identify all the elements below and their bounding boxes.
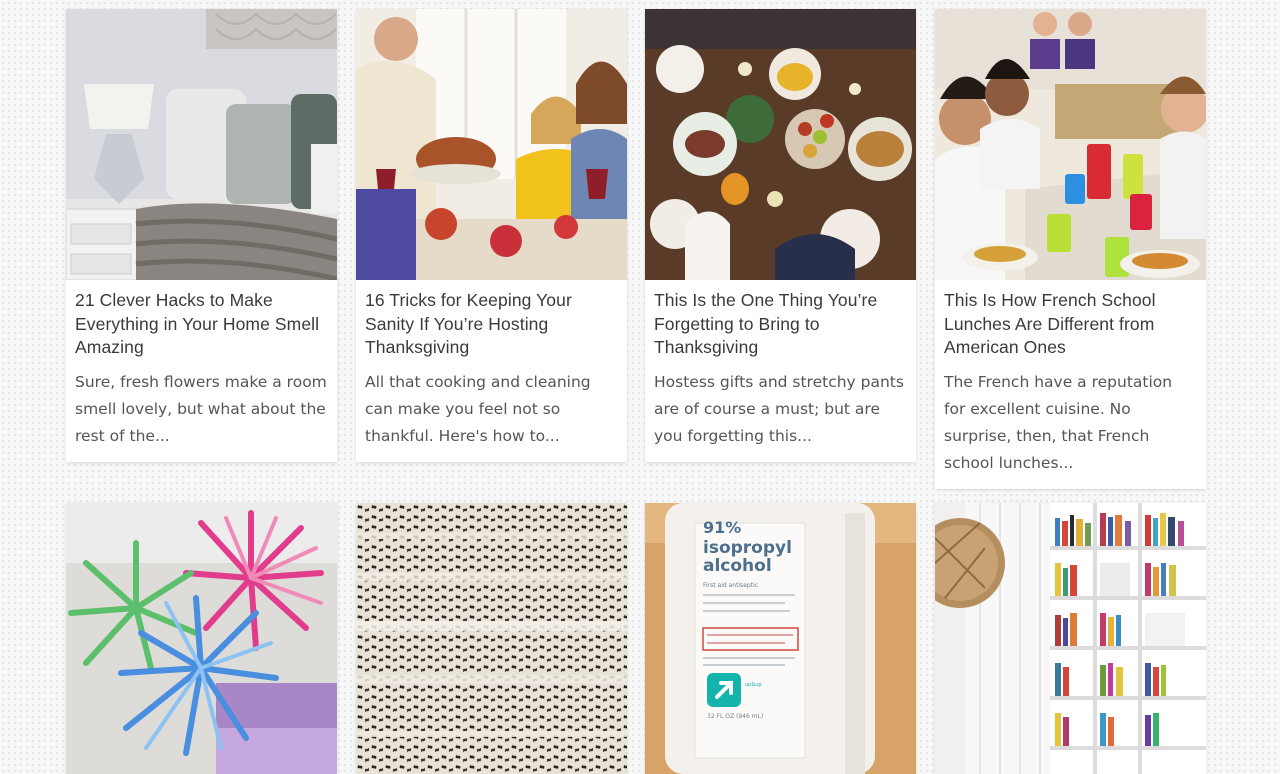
bookshelf-room-photo[interactable] [935,503,1206,774]
label-brand: up&up [745,682,762,688]
article-title[interactable]: 21 Clever Hacks to Make Everything in Yo… [75,289,328,360]
article-title[interactable]: This Is the One Thing You’re Forgetting … [654,289,907,360]
article-card[interactable] [935,503,1206,774]
article-title[interactable]: 16 Tricks for Keeping Your Sanity If You… [365,289,618,360]
label-percent: 91% [703,518,741,537]
article-card[interactable]: This Is the One Thing You’re Forgetting … [645,9,916,462]
article-card[interactable] [356,503,627,774]
article-card[interactable]: 16 Tricks for Keeping Your Sanity If You… [356,9,627,462]
card-body: 16 Tricks for Keeping Your Sanity If You… [356,280,627,462]
article-card[interactable]: 91% isopropyl alcohol First aid antisept… [645,503,916,774]
label-line2: alcohol [703,556,772,576]
label-subtitle: First aid antiseptic [703,582,758,589]
card-body: This Is the One Thing You’re Forgetting … [645,280,916,462]
article-description: The French have a reputation for excelle… [944,372,1173,472]
label-line1: isopropyl [703,538,792,558]
article-description: Sure, fresh flowers make a room smell lo… [75,372,327,445]
family-turkey-dinner-photo[interactable] [356,9,627,280]
article-card[interactable]: This Is How French School Lunches Are Di… [935,9,1206,489]
label-volume: 32 FL OZ (946 mL) [707,713,763,720]
article-description: Hostess gifts and stretchy pants are of … [654,372,904,445]
article-title[interactable]: This Is How French School Lunches Are Di… [944,289,1197,360]
article-card[interactable] [66,503,337,774]
bedroom-lamp-photo[interactable] [66,9,337,280]
article-description: All that cooking and cleaning can make y… [365,372,591,445]
card-body: This Is How French School Lunches Are Di… [935,280,1206,489]
school-cafeteria-kids-photo[interactable] [935,9,1206,280]
card-body: 21 Clever Hacks to Make Everything in Yo… [66,280,337,462]
ants-on-wood-photo[interactable] [356,503,627,774]
isopropyl-alcohol-bottle-photo[interactable]: 91% isopropyl alcohol First aid antisept… [645,503,916,774]
thanksgiving-table-overhead-photo[interactable] [645,9,916,280]
article-card[interactable]: 21 Clever Hacks to Make Everything in Yo… [66,9,337,462]
paper-fireworks-craft-photo[interactable] [66,503,337,774]
